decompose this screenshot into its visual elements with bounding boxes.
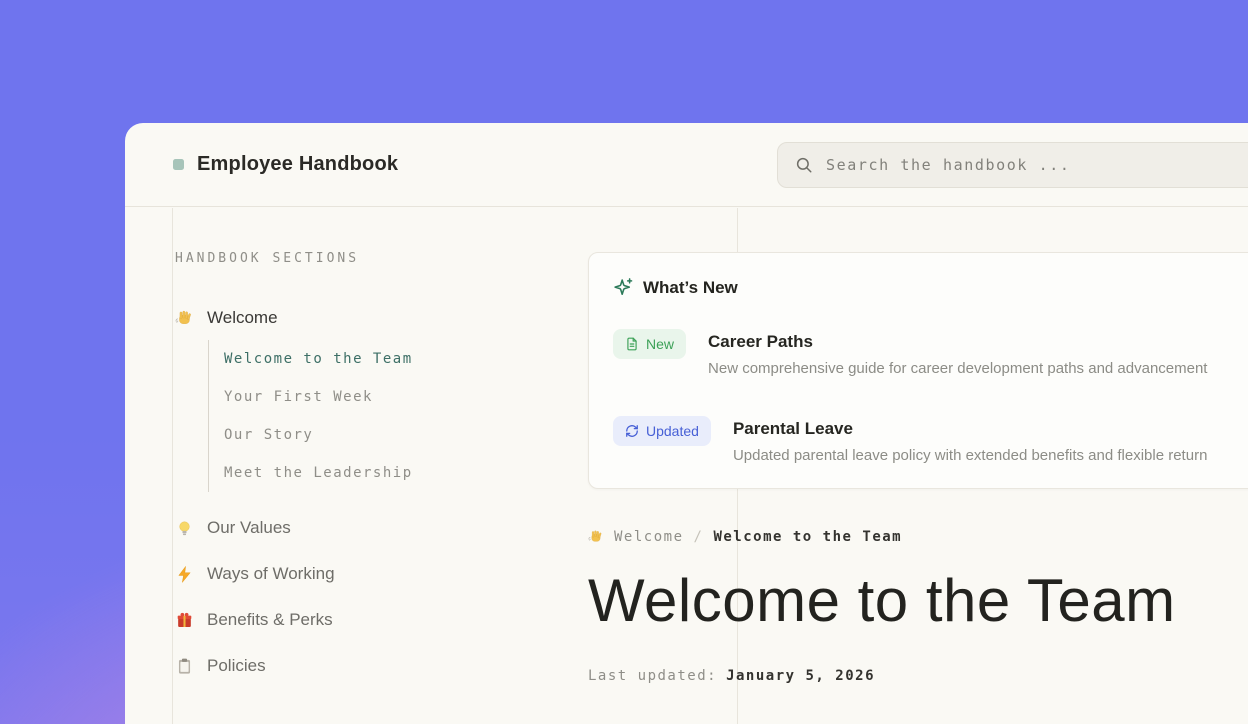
whats-new-header: What’s New [613,277,1248,298]
whats-new-card: What’s New New Career Paths New comprehe… [588,252,1248,489]
sidebar-subitem-your-first-week[interactable]: Your First Week [224,378,593,416]
whats-new-title: What’s New [643,278,738,298]
lightbulb-icon [175,519,194,538]
whats-new-item-description: New comprehensive guide for career devel… [708,360,1207,377]
gift-icon [175,611,194,630]
brand-square-icon [173,159,184,170]
lightning-icon [175,565,194,584]
sidebar-item-welcome[interactable]: Welcome [173,308,593,328]
whats-new-item-parental-leave[interactable]: Updated Parental Leave Updated parental … [613,415,1248,464]
sidebar-subitem-meet-the-leadership[interactable]: Meet the Leadership [224,454,593,492]
last-updated-value: January 5, 2026 [726,668,875,684]
wave-icon [175,309,194,328]
app-brand: Employee Handbook [173,153,398,176]
sidebar: HANDBOOK SECTIONS Welcome Welcome to the… [173,207,593,676]
sidebar-item-label: Policies [207,656,266,676]
sidebar-heading: HANDBOOK SECTIONS [175,251,593,266]
breadcrumb: Welcome / Welcome to the Team [588,529,1248,545]
badge-label: New [646,336,674,352]
sidebar-subitem-our-story[interactable]: Our Story [224,416,593,454]
sidebar-item-label: Ways of Working [207,564,335,584]
sidebar-item-policies[interactable]: Policies [173,656,593,676]
badge-label: Updated [646,423,699,439]
sidebar-subitem-welcome-to-the-team[interactable]: Welcome to the Team [224,340,593,378]
search-icon [795,156,813,174]
whats-new-item-title: Parental Leave [733,415,1207,439]
breadcrumb-current-page: Welcome to the Team [713,529,902,545]
breadcrumb-section[interactable]: Welcome [614,529,684,545]
sidebar-item-benefits-perks[interactable]: Benefits & Perks [173,610,593,630]
whats-new-item-title: Career Paths [708,328,1207,352]
whats-new-item-text: Parental Leave Updated parental leave po… [733,415,1207,464]
sidebar-item-label: Welcome [207,308,278,328]
wave-icon [588,529,604,545]
file-text-icon [625,337,639,351]
whats-new-item-description: Updated parental leave policy with exten… [733,447,1207,464]
page-title: Welcome to the Team [588,569,1248,634]
search-placeholder: Search the handbook ... [826,156,1071,174]
whats-new-item-career-paths[interactable]: New Career Paths New comprehensive guide… [613,328,1248,377]
search-input[interactable]: Search the handbook ... [777,142,1248,188]
last-updated-label: Last updated: [588,668,717,684]
sparkles-icon [613,277,634,298]
refresh-icon [625,424,639,438]
clipboard-icon [175,657,194,676]
main-content: What’s New New Career Paths New comprehe… [588,207,1248,684]
handbook-window: Employee Handbook Search the handbook ..… [125,123,1248,724]
sidebar-item-ways-of-working[interactable]: Ways of Working [173,564,593,584]
updated-badge: Updated [613,416,711,446]
breadcrumb-separator: / [694,529,704,545]
app-title: Employee Handbook [197,153,398,176]
sidebar-sublist-welcome: Welcome to the Team Your First Week Our … [208,340,593,492]
sidebar-item-label: Our Values [207,518,291,538]
new-badge: New [613,329,686,359]
sidebar-item-our-values[interactable]: Our Values [173,518,593,538]
last-updated: Last updated: January 5, 2026 [588,668,1248,684]
sidebar-item-label: Benefits & Perks [207,610,333,630]
app-header: Employee Handbook Search the handbook ..… [125,123,1248,207]
whats-new-item-text: Career Paths New comprehensive guide for… [708,328,1207,377]
